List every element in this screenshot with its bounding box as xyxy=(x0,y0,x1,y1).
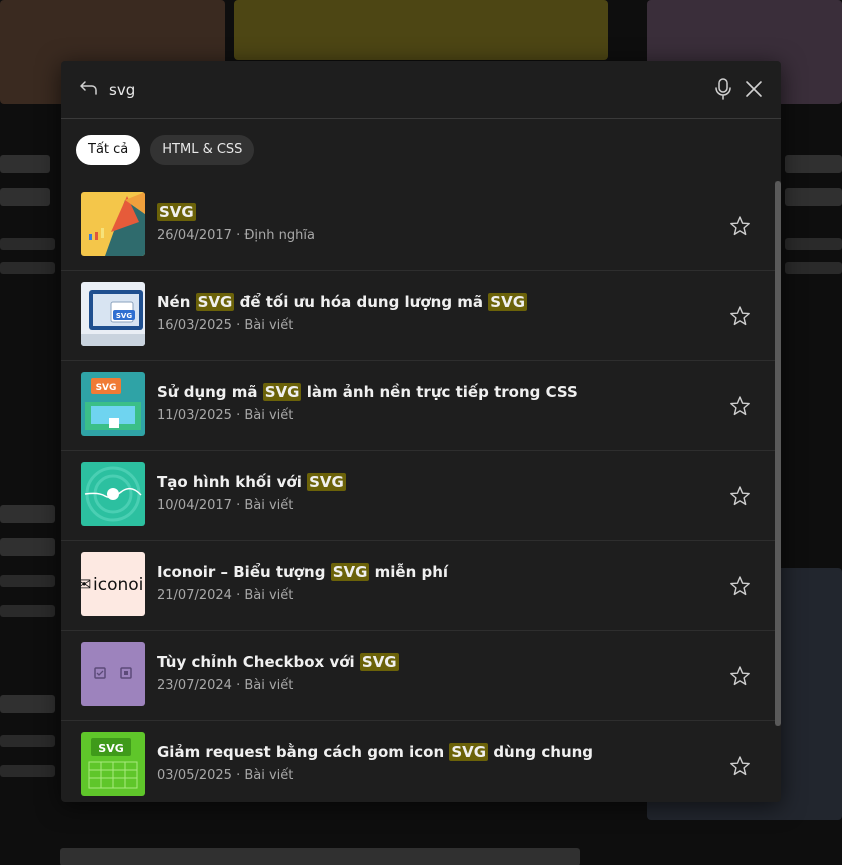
match-highlight: SVG xyxy=(449,743,489,761)
search-bar xyxy=(61,61,781,119)
result-date: 26/04/2017 xyxy=(157,228,232,243)
match-highlight: SVG xyxy=(488,293,528,311)
svg-text:SVG: SVG xyxy=(116,312,132,320)
match-highlight: SVG xyxy=(262,383,302,401)
close-icon[interactable] xyxy=(743,78,765,100)
svg-text:✉: ✉ xyxy=(81,575,91,595)
star-outline-icon[interactable] xyxy=(729,755,751,777)
match-highlight: SVG xyxy=(359,653,399,671)
star-outline-icon[interactable] xyxy=(729,305,751,327)
result-category: Bài viết xyxy=(244,318,294,333)
match-highlight: SVG xyxy=(330,563,370,581)
result-title[interactable]: Nén SVG để tối ưu hóa dung lượng mã SVG xyxy=(157,293,528,311)
star-outline-icon[interactable] xyxy=(729,575,751,597)
star-outline-icon[interactable] xyxy=(729,665,751,687)
meta-separator: · xyxy=(231,498,245,513)
svg-text:iconoi: iconoi xyxy=(93,575,143,595)
meta-separator: · xyxy=(231,318,245,333)
search-result-item[interactable]: SVG 26/04/2017 · Định nghĩa xyxy=(61,181,775,271)
title-text: làm ảnh nền trực tiếp trong CSS xyxy=(301,383,578,401)
search-result-item[interactable]: Tùy chỉnh Checkbox với SVG 23/07/2024 · B… xyxy=(61,631,775,721)
result-meta: 11/03/2025 · Bài viết xyxy=(157,408,293,423)
search-result-item[interactable]: Tạo hình khối với SVG 10/04/2017 · Bài vi… xyxy=(61,451,775,541)
result-meta: 21/07/2024 · Bài viết xyxy=(157,588,293,603)
title-text: miễn phí xyxy=(369,563,449,581)
match-highlight: SVG xyxy=(195,293,235,311)
title-text: dùng chung xyxy=(488,743,594,761)
meta-separator: · xyxy=(231,588,245,603)
search-result-item[interactable]: SVG Nén SVG để tối ưu hóa dung lượng mã S… xyxy=(61,271,775,361)
result-date: 16/03/2025 xyxy=(157,318,232,333)
result-category: Bài viết xyxy=(244,588,294,603)
filter-chip-html-css[interactable]: HTML & CSS xyxy=(150,135,255,165)
result-title[interactable]: Sử dụng mã SVG làm ảnh nền trực tiếp tro… xyxy=(157,383,578,401)
search-results-list: SVG 26/04/2017 · Định nghĩa SVG Nén SVG để … xyxy=(61,181,775,802)
result-meta: 16/03/2025 · Bài viết xyxy=(157,318,293,333)
meta-separator: · xyxy=(231,678,245,693)
result-date: 23/07/2024 xyxy=(157,678,232,693)
result-category: Bài viết xyxy=(244,768,294,783)
result-title[interactable]: Tùy chỉnh Checkbox với SVG xyxy=(157,653,399,671)
star-outline-icon[interactable] xyxy=(729,215,751,237)
search-input[interactable] xyxy=(109,77,669,103)
meta-separator: · xyxy=(231,768,245,783)
star-outline-icon[interactable] xyxy=(729,395,751,417)
filter-chip-all[interactable]: Tất cả xyxy=(76,135,141,165)
star-outline-icon[interactable] xyxy=(729,485,751,507)
result-category: Định nghĩa xyxy=(244,228,315,243)
result-title[interactable]: Tạo hình khối với SVG xyxy=(157,473,346,491)
search-modal: Tất cả HTML & CSS SVG 26/04/2017 · Định n… xyxy=(61,61,781,802)
search-result-item[interactable]: ✉ iconoi Iconoir – Biểu tượng SVG miễn phí… xyxy=(61,541,775,631)
result-meta: 03/05/2025 · Bài viết xyxy=(157,768,293,783)
result-meta: 23/07/2024 · Bài viết xyxy=(157,678,293,693)
result-thumbnail: SVG xyxy=(81,282,145,346)
filter-chips: Tất cả HTML & CSS xyxy=(76,135,255,165)
microphone-icon[interactable] xyxy=(713,77,733,101)
bg-card-middle xyxy=(234,0,608,60)
result-date: 10/04/2017 xyxy=(157,498,232,513)
svg-text:SVG: SVG xyxy=(98,742,123,755)
result-title[interactable]: Giảm request bằng cách gom icon SVG dùng… xyxy=(157,743,593,761)
svg-text:SVG: SVG xyxy=(96,383,117,393)
result-thumbnail xyxy=(81,462,145,526)
result-date: 03/05/2025 xyxy=(157,768,232,783)
title-text: Nén xyxy=(157,293,196,311)
result-category: Bài viết xyxy=(244,498,294,513)
title-text: để tối ưu hóa dung lượng mã xyxy=(234,293,489,311)
result-meta: 26/04/2017 · Định nghĩa xyxy=(157,228,315,243)
result-category: Bài viết xyxy=(244,408,294,423)
title-text: Sử dụng mã xyxy=(157,383,263,401)
title-text: Tùy chỉnh Checkbox với xyxy=(157,653,360,671)
meta-separator: · xyxy=(231,408,245,423)
title-text: Tạo hình khối với xyxy=(157,473,308,491)
search-result-item[interactable]: SVG Sử dụng mã SVG làm ảnh nền trực tiếp … xyxy=(61,361,775,451)
title-text: Iconoir – Biểu tượng xyxy=(157,563,331,581)
result-thumbnail: SVG xyxy=(81,372,145,436)
result-category: Bài viết xyxy=(244,678,294,693)
match-highlight: SVG xyxy=(157,203,196,221)
result-thumbnail xyxy=(81,642,145,706)
search-result-item[interactable]: SVG Giảm request bằng cách gom icon SVG d… xyxy=(61,721,775,802)
result-thumbnail: SVG xyxy=(81,732,145,796)
result-date: 21/07/2024 xyxy=(157,588,232,603)
result-title[interactable]: Iconoir – Biểu tượng SVG miễn phí xyxy=(157,563,448,581)
scrollbar-thumb[interactable] xyxy=(775,181,781,726)
result-meta: 10/04/2017 · Bài viết xyxy=(157,498,293,513)
result-date: 11/03/2025 xyxy=(157,408,232,423)
match-highlight: SVG xyxy=(307,473,346,491)
back-arrow-icon[interactable] xyxy=(79,79,99,99)
result-thumbnail xyxy=(81,192,145,256)
meta-separator: · xyxy=(231,228,245,243)
result-thumbnail: ✉ iconoi xyxy=(81,552,145,616)
result-title[interactable]: SVG xyxy=(157,203,196,221)
title-text: Giảm request bằng cách gom icon xyxy=(157,743,450,761)
